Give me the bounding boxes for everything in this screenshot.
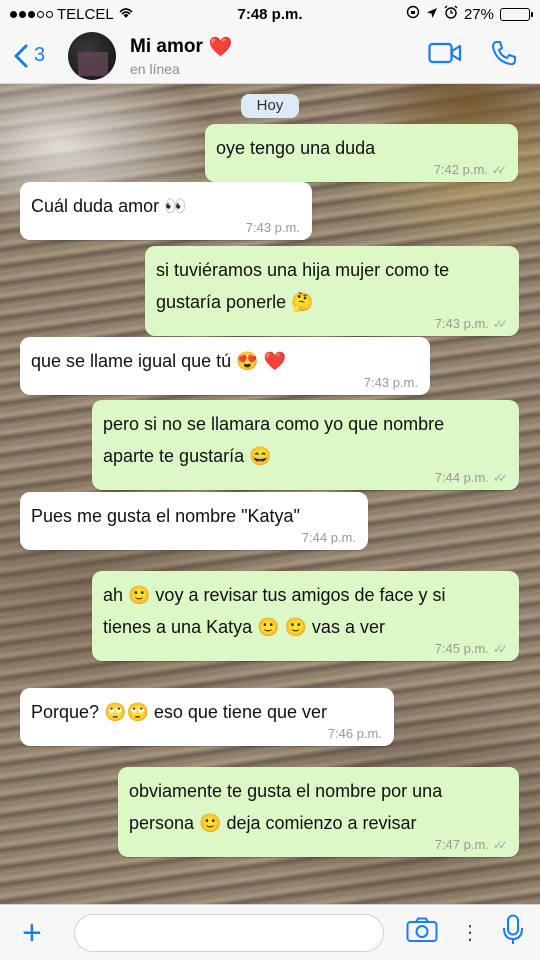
message-text: persona 🙂 deja comienzo a revisar [129,813,417,833]
double-check-icon: ✓✓ [492,471,508,485]
chevron-left-icon [14,44,28,67]
battery-icon [500,7,533,21]
message-text: gustaría ponerle 🤔 [156,292,314,312]
message-text: Pues me gusta el nombre "Katya" [31,506,300,526]
double-check-icon: ✓✓ [492,838,508,852]
message-text: ah 🙂 voy a revisar tus amigos de face y … [103,585,446,605]
heart-emoji: ❤️ [208,36,233,58]
message-bubble[interactable]: si tuviéramos una hija mujer como te gus… [145,246,519,336]
signal-strength-icon [10,10,53,18]
message-text: tienes a una Katya 🙂 🙂 vas a ver [103,617,385,637]
message-time: 7:45 p.m. [434,641,489,656]
message-text: obviamente te gusta el nombre por una [129,781,443,801]
message-time: 7:42 p.m. [433,162,488,177]
contact-info[interactable]: Mi amor ❤️ en línea [130,35,428,77]
rotation-lock-icon [406,5,420,23]
contact-name-row: Mi amor ❤️ [130,35,428,59]
message-time: 7:44 p.m. [434,470,489,485]
phone-call-icon[interactable] [490,39,518,72]
message-time: 7:46 p.m. [327,726,382,741]
message-bubble[interactable]: pero si no se llamara como yo que nombre… [92,400,519,490]
double-check-icon: ✓✓ [491,163,507,177]
carrier-signal: TELCEL [10,6,190,23]
plus-icon[interactable]: + [16,916,48,950]
contact-status: en línea [130,60,180,77]
message-time: 7:43 p.m. [434,316,489,331]
message-bubble[interactable]: Cuál duda amor 👀 7:43 p.m. [20,182,312,240]
message-text: Cuál duda amor 👀 [31,196,187,216]
carrier-name: TELCEL [57,5,114,23]
chat-area[interactable]: Hoy oye tengo una duda 7:42 p.m. ✓✓ Cuál … [0,84,540,904]
double-check-icon: ✓✓ [492,642,508,656]
alarm-icon [444,5,458,23]
message-text: si tuviéramos una hija mujer como te [156,260,450,280]
contact-name: Mi amor [130,35,203,57]
chat-header: 3 Mi amor ❤️ en línea [0,28,540,84]
message-input-bar: + ⋮ [0,904,540,960]
message-input[interactable] [73,913,384,952]
more-icon[interactable]: ⋮ [460,923,480,943]
location-icon [426,6,438,23]
message-text: Porque? 🙄🙄 eso que tiene que ver [31,702,328,722]
message-bubble[interactable]: que se llame igual que tú 😍 ❤️ 7:43 p.m. [20,337,430,395]
input-actions: ⋮ [406,914,524,951]
message-bubble[interactable]: Porque? 🙄🙄 eso que tiene que ver 7:46 p.… [20,688,394,746]
message-time: 7:43 p.m. [363,375,418,390]
message-time: 7:43 p.m. [245,220,300,235]
status-right-icons: 27% [350,5,533,23]
message-text: que se llame igual que tú 😍 ❤️ [31,351,286,371]
message-bubble[interactable]: ah 🙂 voy a revisar tus amigos de face y … [92,571,519,661]
message-text: aparte te gustaría 😄 [103,446,272,466]
battery-percent: 27% [463,5,494,23]
status-time: 7:48 p.m. [237,5,303,23]
wifi-icon [118,6,134,23]
camera-icon[interactable] [406,917,438,948]
avatar[interactable] [68,31,116,80]
message-text: oye tengo una duda [216,138,376,158]
message-bubble[interactable]: obviamente te gusta el nombre por una pe… [118,767,519,857]
double-check-icon: ✓✓ [492,317,508,331]
message-bubble[interactable]: Pues me gusta el nombre "Katya" 7:44 p.m… [20,492,368,550]
microphone-icon[interactable] [502,914,524,951]
back-unread-count: 3 [34,44,46,66]
message-time: 7:47 p.m. [434,837,489,852]
message-time: 7:44 p.m. [301,530,356,545]
header-actions [428,39,540,72]
message-bubble[interactable]: oye tengo una duda 7:42 p.m. ✓✓ [205,124,518,182]
video-call-icon[interactable] [428,42,462,69]
status-bar: TELCEL 7:48 p.m. 27% [0,0,540,28]
day-separator: Hoy [241,94,299,118]
back-button[interactable]: 3 [0,44,68,68]
message-text: pero si no se llamara como yo que nombre [103,414,445,434]
